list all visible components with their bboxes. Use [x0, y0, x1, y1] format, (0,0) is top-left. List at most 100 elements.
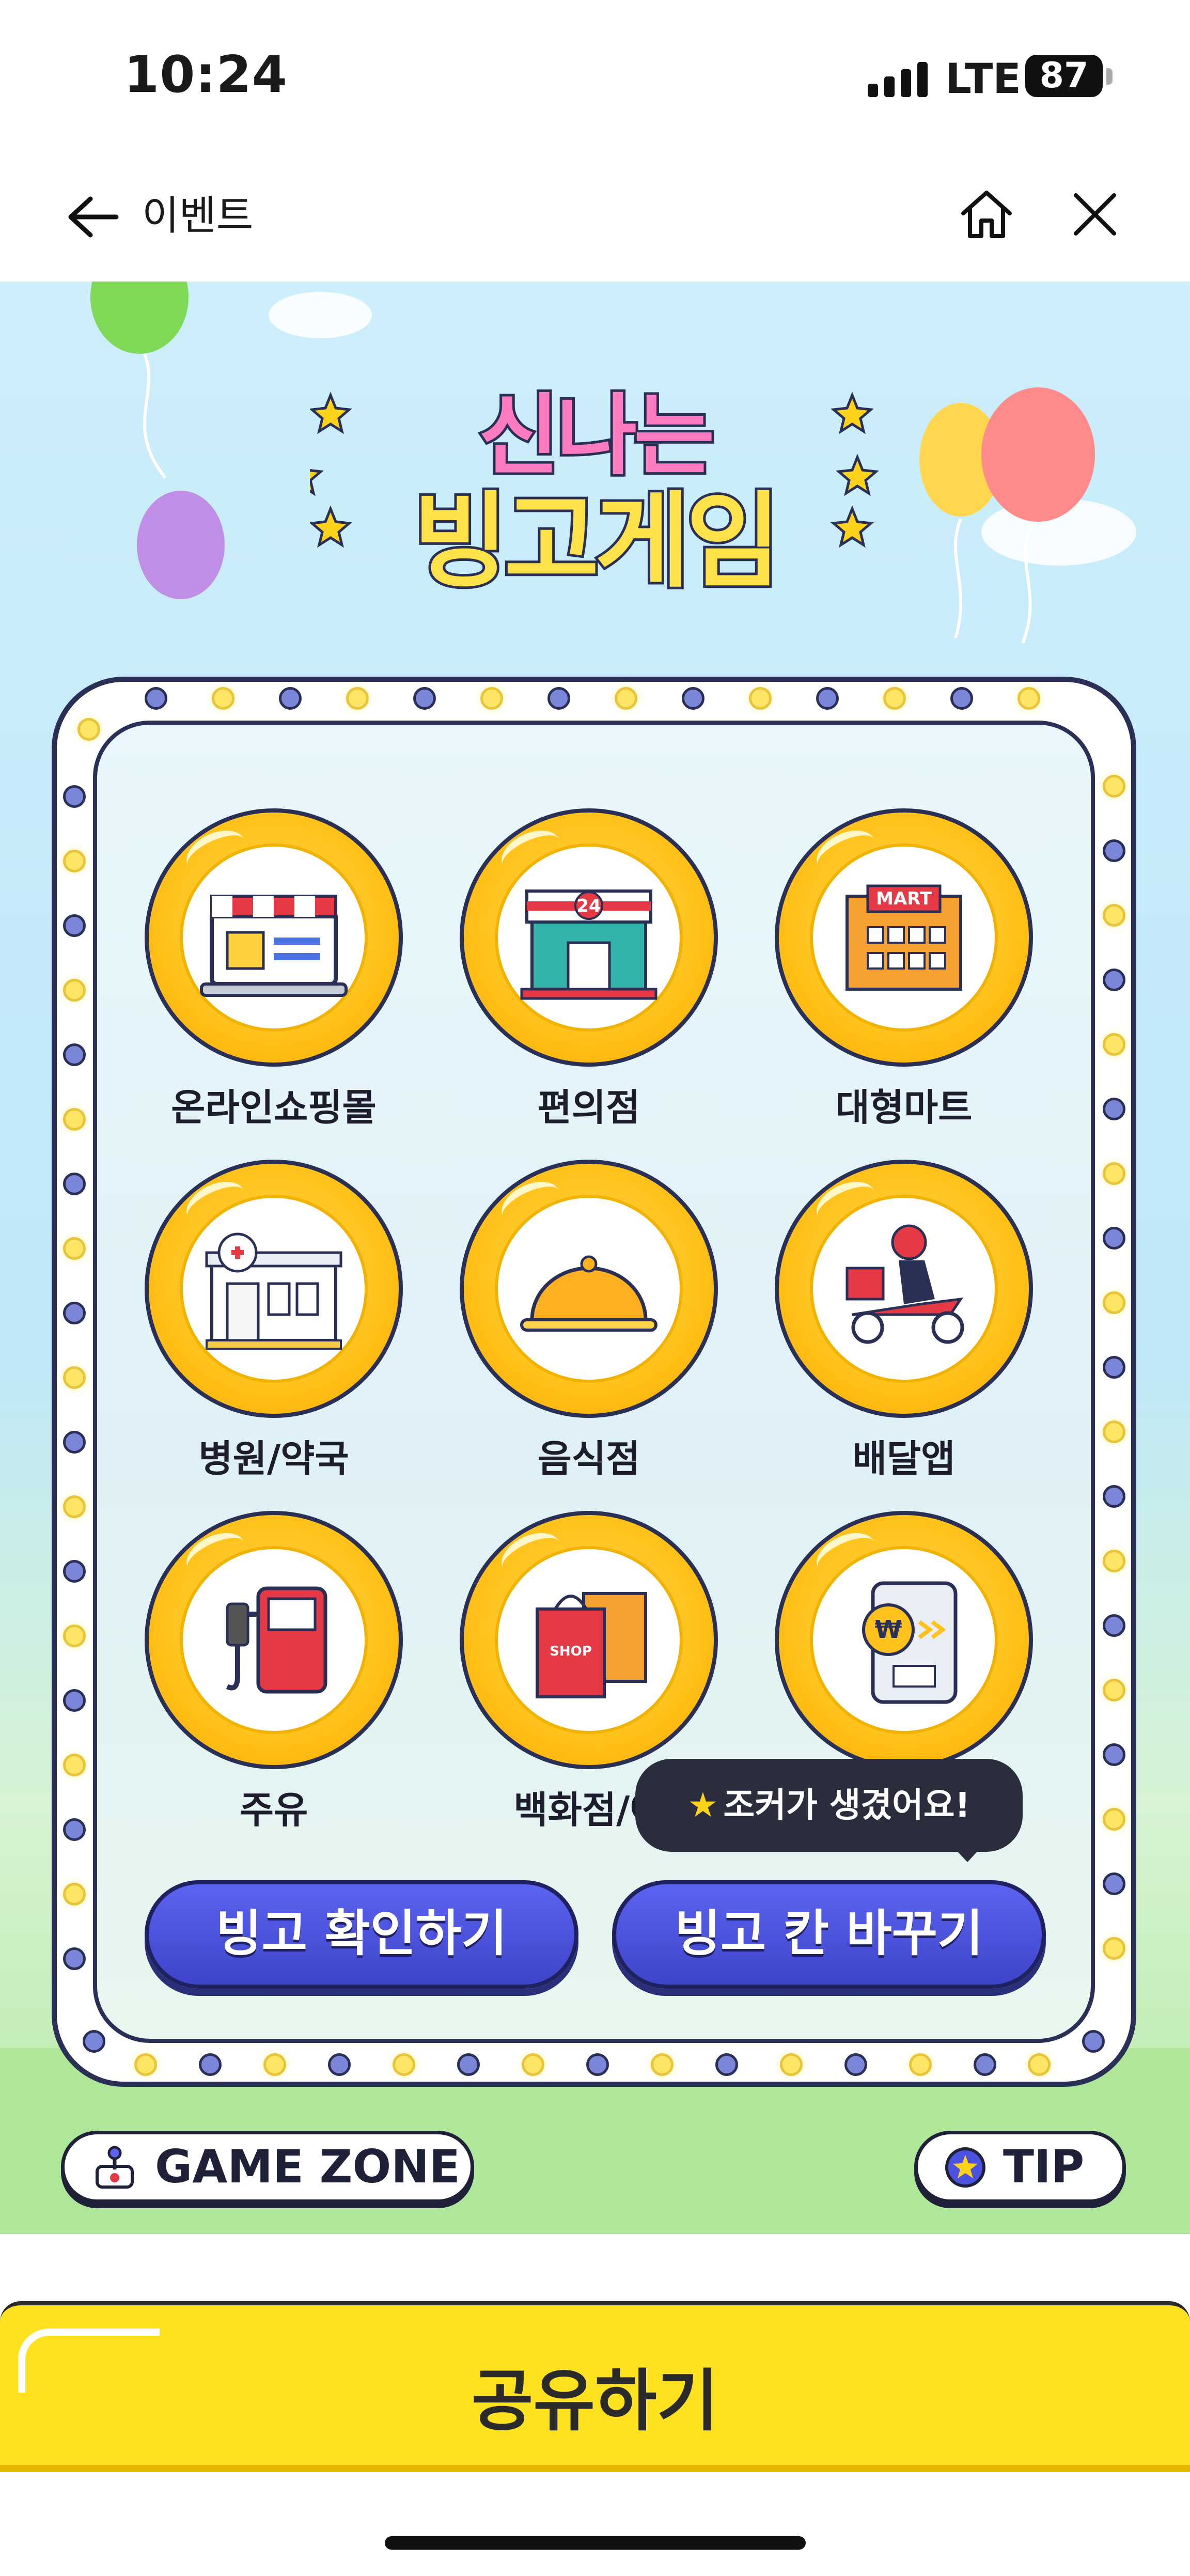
light-bulb: [909, 2053, 932, 2076]
light-bulb: [63, 1108, 86, 1131]
won-text: ₩: [875, 1615, 902, 1644]
bingo-cell-convenience-store[interactable]: 24 편의점: [444, 808, 733, 1139]
light-bulb: [63, 1431, 86, 1454]
cell-label: 온라인쇼핑몰: [171, 1086, 377, 1129]
coin: [775, 1160, 1033, 1418]
battery-cap: [1106, 68, 1113, 85]
home-indicator[interactable]: [385, 2536, 806, 2550]
light-bulb: [63, 1495, 86, 1518]
light-bulb: [63, 1818, 86, 1841]
star-circle-icon: [945, 2147, 985, 2188]
page-title: 이벤트: [142, 193, 254, 239]
green-balloon-icon: [90, 282, 189, 479]
light-bulb: [883, 687, 906, 710]
light-bulb: [63, 850, 86, 872]
light-bulb: [1017, 687, 1040, 710]
light-bulb: [1103, 1937, 1125, 1960]
bingo-cell-gas[interactable]: 주유: [129, 1511, 418, 1841]
light-bulb: [522, 2053, 544, 2076]
light-bulb: [63, 785, 86, 808]
game-zone-label: GAME ZONE: [155, 2140, 461, 2193]
light-bulb: [715, 2053, 738, 2076]
light-bulb: [63, 1560, 86, 1583]
cell-label: 배달앱: [852, 1437, 956, 1480]
light-bulb: [651, 2053, 674, 2076]
purple-balloon-icon: [137, 491, 225, 599]
home-icon[interactable]: [956, 183, 1017, 245]
back-arrow-icon[interactable]: [65, 191, 121, 243]
light-bulb: [63, 1689, 86, 1712]
light-bulb: [1103, 1872, 1125, 1895]
star-icon: ★: [687, 1785, 718, 1825]
light-bulb: [63, 1754, 86, 1776]
light-bulb: [1103, 839, 1125, 862]
close-icon[interactable]: [1067, 186, 1123, 243]
light-bulb: [1103, 1679, 1125, 1701]
light-bulb: [1103, 1743, 1125, 1766]
check-bingo-button[interactable]: 빙고 확인하기: [145, 1880, 578, 1989]
light-bulb: [413, 687, 436, 710]
bingo-cell-mart[interactable]: MART 대형마트: [759, 808, 1048, 1139]
light-bulb: [63, 1173, 86, 1195]
shopping-bag-icon: SHOP: [536, 1592, 647, 1698]
light-bulb: [480, 687, 503, 710]
tooltip-tail: [953, 1847, 982, 1862]
coin: ₩: [775, 1511, 1033, 1769]
bingo-cell-hospital[interactable]: 병원/약국: [129, 1160, 418, 1490]
light-bulb: [1103, 1162, 1125, 1185]
battery-icon: 87: [1025, 55, 1103, 97]
check-bingo-label: 빙고 확인하기: [216, 1904, 507, 1962]
light-bulb: [63, 1625, 86, 1647]
light-bulb: [1103, 969, 1125, 991]
bingo-cell-delivery-app[interactable]: 배달앱: [759, 1160, 1048, 1490]
light-bulb: [77, 718, 100, 741]
network-type: LTE: [945, 55, 1021, 103]
signal-icon: [868, 61, 930, 97]
mart-icon: MART: [845, 884, 962, 991]
online-shop-icon: [200, 895, 348, 997]
tip-label: TIP: [1003, 2140, 1085, 2193]
cell-label: 병원/약국: [198, 1437, 349, 1480]
light-bulb: [749, 687, 772, 710]
change-cell-button[interactable]: 빙고 칸 바꾸기: [612, 1880, 1046, 1989]
share-button-base: [0, 2465, 1190, 2472]
nav-bar: 이벤트: [0, 155, 1190, 282]
light-bulb: [586, 2053, 609, 2076]
joystick-icon: [96, 2146, 134, 2189]
light-bulb: [1103, 1550, 1125, 1572]
light-bulb: [615, 687, 637, 710]
bingo-cell-restaurant[interactable]: 음식점: [444, 1160, 733, 1490]
light-bulb: [328, 2053, 351, 2076]
light-bulb: [145, 687, 167, 710]
coin: [145, 1511, 403, 1769]
cell-label: 주유: [239, 1788, 308, 1832]
mobile-payment-icon: ₩: [862, 1581, 958, 1704]
joker-tooltip: ★ 조커가 생겼어요!: [635, 1759, 1023, 1852]
mart-sign-text: MART: [876, 888, 932, 909]
light-bulb: [63, 1366, 86, 1389]
light-bulb: [199, 2053, 222, 2076]
change-cell-label: 빙고 칸 바꾸기: [675, 1904, 983, 1962]
light-bulb: [816, 687, 839, 710]
status-time: 10:24: [124, 45, 288, 104]
title-line-2: 빙고게임: [411, 479, 784, 604]
light-bulb: [1103, 1227, 1125, 1250]
cell-label: 음식점: [537, 1437, 640, 1480]
light-bulb: [83, 2030, 105, 2053]
share-button[interactable]: 공유하기: [0, 2301, 1190, 2472]
coin: [145, 1160, 403, 1418]
cell-label: 대형마트: [835, 1086, 973, 1129]
coin: [460, 1160, 718, 1418]
coin: 24: [460, 808, 718, 1067]
light-bulb: [63, 1947, 86, 1970]
light-bulb: [457, 2053, 480, 2076]
restaurant-cloche-icon: [520, 1255, 657, 1332]
game-zone-button[interactable]: GAME ZONE: [61, 2131, 474, 2203]
light-bulb: [844, 2053, 867, 2076]
light-bulb: [1103, 1291, 1125, 1314]
light-bulb: [1103, 1033, 1125, 1056]
bingo-cell-online-shop[interactable]: 온라인쇼핑몰: [129, 808, 418, 1139]
tip-button[interactable]: TIP: [914, 2131, 1126, 2203]
light-bulb: [1103, 1614, 1125, 1637]
light-bulb: [1028, 2053, 1051, 2076]
